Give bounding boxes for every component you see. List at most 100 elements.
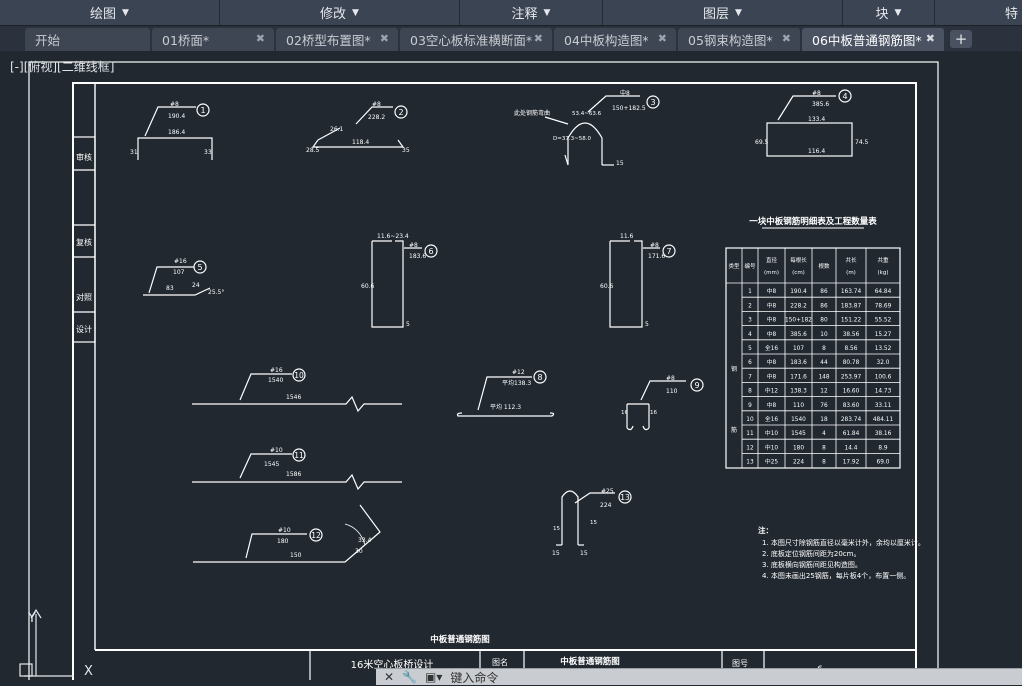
table-cell: 183.6 <box>790 360 807 366</box>
shape-13-dim: 15 <box>552 550 560 557</box>
ribbon-annotate[interactable]: 注释 ▼ <box>460 0 603 25</box>
table-cell: 163.74 <box>841 289 862 295</box>
shape-5-len: 107 <box>173 269 185 276</box>
table-title: 一块中板钢筋明细表及工程数量表 <box>749 216 877 227</box>
shape-1-dia: #8 <box>170 101 179 108</box>
tab-02[interactable]: 02桥型布置图* ✖ <box>276 28 398 51</box>
table-cell: 14.73 <box>875 389 892 395</box>
wrench-icon[interactable]: 🔧 <box>402 670 417 684</box>
table-header-cell: (cm) <box>792 270 805 276</box>
shape-4-dia: #8 <box>812 90 821 97</box>
table-cell: 38.56 <box>843 332 860 338</box>
side-label-review: 审核 <box>76 152 92 162</box>
shape-2-len: 228.2 <box>368 114 385 121</box>
table-cell: 2 <box>748 303 752 309</box>
table-cell: 80.78 <box>843 360 860 366</box>
ribbon-layers[interactable]: 图层 ▼ <box>603 0 843 25</box>
ribbon-block[interactable]: 块 ▼ <box>843 0 935 25</box>
close-icon[interactable]: ✕ <box>384 670 394 684</box>
table-cell: 180 <box>793 445 804 451</box>
ribbon-properties[interactable]: 特 <box>935 0 1022 25</box>
close-icon[interactable]: ✖ <box>782 32 791 45</box>
table-cell: 8 <box>822 460 826 466</box>
table-cell: 80 <box>820 318 828 324</box>
table-header-cell: 类型 <box>728 262 740 270</box>
chevron-down-icon: ▼ <box>894 7 902 18</box>
shape-6-dim: 11.6~23.4 <box>377 233 409 240</box>
shape-8-mark: 8 <box>537 373 542 382</box>
tab-label: 03空心板标准横断面* <box>410 33 533 48</box>
shape-12-dim: 33.4 <box>358 537 372 544</box>
shape-5-dim: 25.5° <box>208 289 224 296</box>
table-header-cell: 共长 <box>845 256 857 264</box>
ribbon-layers-label: 图层 <box>703 7 730 22</box>
rebar-shape-9: 9 #8 110 16 16 <box>621 375 704 431</box>
ribbon-draw[interactable]: 绘图 ▼ <box>0 0 220 25</box>
viewport-controls-label[interactable]: [-][俯视][二维线框] <box>10 58 114 75</box>
drawing-canvas: 审核 复核 对照 设计 1 #8 190.4 186.4 31 33 2 #8 … <box>19 61 939 680</box>
notes-title: 注： <box>758 525 773 535</box>
shape-4-dim: 69.5 <box>755 139 769 146</box>
name-value: 中板普通钢筋图 <box>560 656 620 667</box>
shape-4-mark: 4 <box>842 92 847 101</box>
table-cell: 150+182 <box>785 318 812 324</box>
rebar-shape-5: 5 #16 107 83 24 25.5° <box>143 258 224 296</box>
shape-13-dim: 15 <box>553 526 560 532</box>
shape-11-dim: 1586 <box>286 471 301 478</box>
table-cell: 4 <box>748 332 752 338</box>
drawing-viewport[interactable]: [-][俯视][二维线框] 审核 复核 对照 设计 1 #8 190.4 186… <box>0 51 1022 680</box>
table-cell: 484.11 <box>873 417 894 423</box>
tab-label: 05钢束构造图* <box>688 33 773 48</box>
table-cell: 55.52 <box>875 318 892 324</box>
shape-9-len: 110 <box>666 388 678 395</box>
shape-7-len: 171.6 <box>648 253 665 260</box>
table-group-label: 钢 <box>731 365 737 373</box>
table-cell: 6 <box>748 360 752 366</box>
tab-label: 02桥型布置图* <box>286 33 371 48</box>
shape-12-dim: 30 <box>355 548 363 555</box>
table-cell: 中8 <box>767 330 777 338</box>
shape-11-mark: 11 <box>294 451 304 460</box>
shape-13-len: 224 <box>600 502 612 509</box>
table-cell: 69.0 <box>877 460 890 466</box>
tab-start[interactable]: 开始 <box>25 28 150 51</box>
tab-05[interactable]: 05钢束构造图* ✖ <box>678 28 800 51</box>
tab-03[interactable]: 03空心板标准横断面* ✖ <box>400 28 552 51</box>
drawing-title: 中板普通钢筋图 <box>430 634 490 645</box>
shape-11-dia: #10 <box>270 447 283 454</box>
tab-01[interactable]: 01桥面* ✖ <box>152 28 274 51</box>
table-cell: 13.52 <box>875 346 892 352</box>
note-item: 4. 本图未画出25钢筋，每片板4个，布置一侧。 <box>762 571 910 580</box>
command-line[interactable]: ✕ 🔧 ▣▾ 键入命令 <box>376 668 1022 685</box>
table-cell: 183.87 <box>841 303 862 309</box>
shape-12-len: 180 <box>277 538 289 545</box>
close-icon[interactable]: ✖ <box>926 32 935 45</box>
close-icon[interactable]: ✖ <box>380 32 389 45</box>
table-cell: 中12 <box>765 387 778 395</box>
ribbon-modify[interactable]: 修改 ▼ <box>220 0 460 25</box>
command-input-label[interactable]: 键入命令 <box>450 669 498 686</box>
close-icon[interactable]: ✖ <box>658 32 667 45</box>
close-icon[interactable]: ✖ <box>534 32 543 45</box>
shape-6-mark: 6 <box>428 247 433 256</box>
shape-2-dim: 26.1 <box>330 126 344 133</box>
shape-9-dim: 16 <box>650 410 657 416</box>
side-label-check: 复核 <box>76 237 92 247</box>
shape-11-len: 1545 <box>264 461 279 468</box>
tab-06[interactable]: 06中板普通钢筋图* ✖ <box>802 28 944 51</box>
shape-9-dia: #8 <box>666 375 675 382</box>
new-tab-button[interactable]: + <box>950 30 972 48</box>
shape-3-dia: 中8 <box>620 89 630 97</box>
ribbon-annotate-label: 注释 <box>511 7 538 22</box>
tab-04[interactable]: 04中板构造图* ✖ <box>554 28 676 51</box>
close-icon[interactable]: ✖ <box>256 32 265 45</box>
name-label: 图名 <box>492 657 508 667</box>
shape-10-dia: #16 <box>270 367 283 374</box>
table-cell: 44 <box>820 360 828 366</box>
table-cell: 100.6 <box>875 374 892 380</box>
table-cell: 8.9 <box>878 445 888 451</box>
table-cell: 17.92 <box>843 460 860 466</box>
table-cell: 全16 <box>765 415 778 423</box>
table-cell: 8 <box>822 445 826 451</box>
side-label-compare: 对照 <box>76 292 92 302</box>
